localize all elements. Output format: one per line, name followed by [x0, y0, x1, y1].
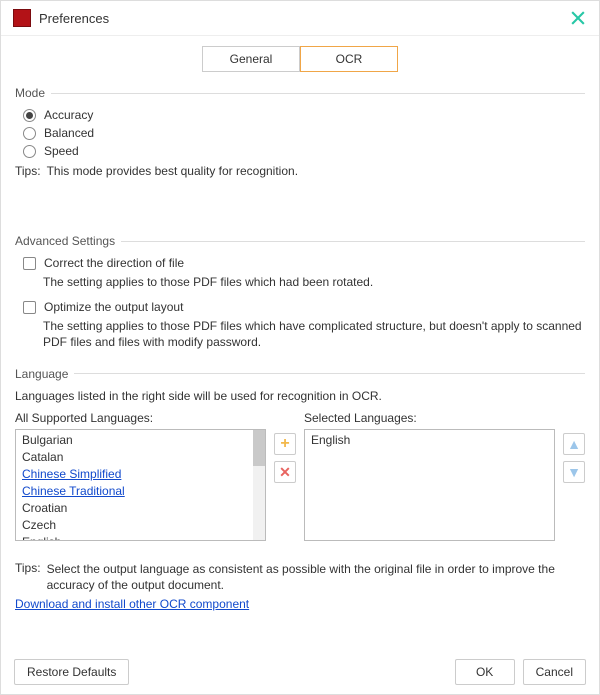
- footer: Restore Defaults OK Cancel: [0, 649, 600, 695]
- mode-tips-label: Tips:: [15, 164, 41, 178]
- titlebar: Preferences: [1, 1, 599, 36]
- checkbox-optimize-layout[interactable]: [23, 301, 36, 314]
- list-item[interactable]: English: [16, 534, 265, 541]
- list-item[interactable]: Chinese Traditional: [16, 483, 265, 500]
- optimize-layout-desc: The setting applies to those PDF files w…: [43, 318, 585, 350]
- arrow-up-icon: ▲: [567, 437, 581, 451]
- mode-tips-text: This mode provides best quality for reco…: [47, 164, 585, 178]
- radio-accuracy-label[interactable]: Accuracy: [44, 108, 93, 122]
- ok-button[interactable]: OK: [455, 659, 515, 685]
- restore-defaults-button[interactable]: Restore Defaults: [14, 659, 129, 685]
- radio-balanced[interactable]: [23, 127, 36, 140]
- correct-direction-desc: The setting applies to those PDF files w…: [43, 274, 585, 290]
- radio-balanced-label[interactable]: Balanced: [44, 126, 94, 140]
- radio-speed-label[interactable]: Speed: [44, 144, 79, 158]
- plus-icon: +: [280, 436, 289, 452]
- download-ocr-link[interactable]: Download and install other OCR component: [15, 597, 249, 611]
- all-languages-listbox[interactable]: BulgarianCatalanChinese SimplifiedChines…: [15, 429, 266, 541]
- selected-languages-header: Selected Languages:: [304, 411, 555, 425]
- x-icon: ✕: [279, 465, 291, 479]
- tabs: General OCR: [1, 46, 599, 72]
- selected-languages-listbox[interactable]: English: [304, 429, 555, 541]
- close-button[interactable]: [569, 9, 587, 27]
- window-title: Preferences: [39, 11, 109, 26]
- tab-ocr[interactable]: OCR: [300, 46, 398, 72]
- arrow-down-icon: ▼: [567, 465, 581, 479]
- cancel-button[interactable]: Cancel: [523, 659, 586, 685]
- list-item[interactable]: Catalan: [16, 449, 265, 466]
- list-item[interactable]: Czech: [16, 517, 265, 534]
- list-item[interactable]: English: [305, 432, 554, 449]
- remove-language-button[interactable]: ✕: [274, 461, 296, 483]
- language-tips-label: Tips:: [15, 561, 41, 593]
- language-legend: Language: [15, 367, 74, 381]
- checkbox-correct-direction[interactable]: [23, 257, 36, 270]
- app-icon: [13, 9, 31, 27]
- tab-general[interactable]: General: [202, 46, 300, 72]
- list-item[interactable]: Croatian: [16, 500, 265, 517]
- radio-accuracy[interactable]: [23, 109, 36, 122]
- list-item[interactable]: Chinese Simplified: [16, 466, 265, 483]
- scrollbar[interactable]: [253, 430, 265, 540]
- radio-speed[interactable]: [23, 145, 36, 158]
- move-up-button[interactable]: ▲: [563, 433, 585, 455]
- mode-section: Mode Accuracy Balanced Speed Tips: This …: [15, 86, 585, 178]
- language-desc: Languages listed in the right side will …: [15, 389, 585, 403]
- list-item[interactable]: Bulgarian: [16, 432, 265, 449]
- language-tips-text: Select the output language as consistent…: [47, 561, 585, 593]
- language-section: Language Languages listed in the right s…: [15, 367, 585, 611]
- move-down-button[interactable]: ▼: [563, 461, 585, 483]
- all-languages-header: All Supported Languages:: [15, 411, 266, 425]
- advanced-section: Advanced Settings Correct the direction …: [15, 234, 585, 351]
- checkbox-correct-direction-label[interactable]: Correct the direction of file: [44, 256, 184, 270]
- mode-legend: Mode: [15, 86, 51, 100]
- advanced-legend: Advanced Settings: [15, 234, 121, 248]
- add-language-button[interactable]: +: [274, 433, 296, 455]
- checkbox-optimize-layout-label[interactable]: Optimize the output layout: [44, 300, 183, 314]
- close-icon: [571, 11, 585, 25]
